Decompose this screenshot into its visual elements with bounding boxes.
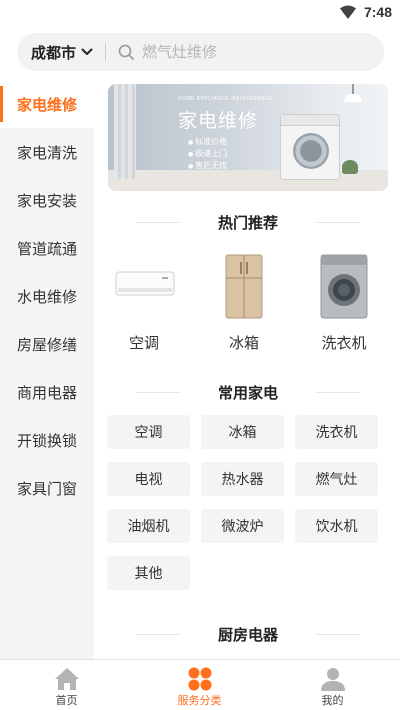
sidebar-item-appliance-cleaning[interactable]: 家电清洗 <box>0 128 94 176</box>
city-label: 成都市 <box>31 43 77 62</box>
banner-bullet: 标准价格 <box>188 136 227 148</box>
title-line <box>316 222 360 223</box>
refrigerator-icon <box>225 254 263 319</box>
washer-door <box>293 133 329 169</box>
tab-label: 首页 <box>55 694 78 707</box>
banner-bullet: 售后无忧 <box>188 160 227 172</box>
chip-water-heater[interactable]: 热水器 <box>201 462 284 496</box>
sidebar-item-commercial[interactable]: 商用电器 <box>0 368 94 416</box>
sidebar-item-pipe-unclog[interactable]: 管道疏通 <box>0 224 94 272</box>
section-title-text: 热门推荐 <box>217 214 278 232</box>
category-icon <box>188 667 212 691</box>
hot-item-air-conditioner[interactable]: 空调 <box>102 252 186 352</box>
tab-home[interactable]: 首页 <box>0 660 133 710</box>
sidebar-item-furniture-doors[interactable]: 家具门窗 <box>0 464 94 512</box>
main-content: HOME APPLIANCE MAINTENANCE 家电维修 标准价格 极速上… <box>94 80 400 660</box>
search-icon[interactable] <box>118 44 134 60</box>
section-title-common: 常用家电 <box>108 382 388 403</box>
plant-graphic <box>342 160 358 174</box>
wifi-icon <box>340 5 356 19</box>
search-input[interactable] <box>142 43 343 61</box>
chevron-down-icon <box>81 48 93 55</box>
sidebar-item-appliance-install[interactable]: 家电安装 <box>0 176 94 224</box>
clock: 7:48 <box>363 4 392 20</box>
sidebar-item-label: 水电维修 <box>17 287 78 306</box>
hot-item-washing-machine[interactable]: 洗衣机 <box>302 252 386 352</box>
sidebar-item-label: 家电维修 <box>17 95 78 114</box>
banner-bullets: 标准价格 极速上门 售后无忧 <box>188 136 227 172</box>
washing-machine-icon <box>320 254 368 319</box>
sidebar-item-label: 家电安装 <box>17 191 78 210</box>
tab-profile[interactable]: 我的 <box>266 660 399 710</box>
washer-panel <box>281 115 339 126</box>
sidebar-item-label: 家电清洗 <box>17 143 78 162</box>
chip-gas-stove[interactable]: 燃气灶 <box>295 462 378 496</box>
section-title-text: 厨房电器 <box>217 626 278 644</box>
sidebar-item-label: 开锁换锁 <box>17 431 78 450</box>
banner-bullet: 极速上门 <box>188 148 227 160</box>
title-line <box>136 634 180 635</box>
divider <box>105 43 107 61</box>
hot-item-label: 洗衣机 <box>321 334 367 352</box>
sidebar-item-label: 房屋修缮 <box>17 335 78 354</box>
chip-microwave[interactable]: 微波炉 <box>201 509 284 543</box>
section-title-hot: 热门推荐 <box>108 212 388 233</box>
title-line <box>316 392 360 393</box>
chip-tv[interactable]: 电视 <box>107 462 190 496</box>
curtain-graphic <box>114 84 136 179</box>
sidebar-item-appliance-repair[interactable]: 家电维修 <box>0 80 94 128</box>
section-title-text: 常用家电 <box>217 384 278 402</box>
bottom-tab-bar: 首页 服务分类 我的 <box>0 659 400 710</box>
status-bar: 7:48 <box>0 0 400 24</box>
title-line <box>136 222 180 223</box>
home-icon <box>55 668 79 690</box>
tab-label: 我的 <box>321 694 344 707</box>
sidebar-item-locksmith[interactable]: 开锁换锁 <box>0 416 94 464</box>
hot-item-refrigerator[interactable]: 冰箱 <box>202 252 286 352</box>
section-title-kitchen: 厨房电器 <box>108 624 388 645</box>
tab-label: 服务分类 <box>177 694 222 707</box>
tab-service-category[interactable]: 服务分类 <box>133 660 266 710</box>
lamp-cord <box>352 84 354 94</box>
promo-banner[interactable]: HOME APPLIANCE MAINTENANCE 家电维修 标准价格 极速上… <box>108 84 388 191</box>
category-sidebar: 家电维修 家电清洗 家电安装 管道疏通 水电维修 房屋修缮 商用电器 开锁换锁 … <box>0 80 94 660</box>
sidebar-item-label: 管道疏通 <box>17 239 78 258</box>
chip-refrigerator[interactable]: 冰箱 <box>201 415 284 449</box>
chip-washing-machine[interactable]: 洗衣机 <box>295 415 378 449</box>
sidebar-item-house-repair[interactable]: 房屋修缮 <box>0 320 94 368</box>
sidebar-item-label: 商用电器 <box>17 383 78 402</box>
washing-machine-graphic <box>280 114 340 180</box>
chip-other[interactable]: 其他 <box>107 556 190 590</box>
sidebar-item-label: 家具门窗 <box>17 479 78 498</box>
hot-items: 空调 冰箱 洗衣机 <box>102 252 394 352</box>
sidebar-item-plumbing-electric[interactable]: 水电维修 <box>0 272 94 320</box>
banner-title: 家电维修 <box>178 110 259 132</box>
title-line <box>136 392 180 393</box>
search-bar: 成都市 <box>17 33 384 71</box>
user-icon <box>321 668 345 691</box>
hot-item-label: 空调 <box>128 334 159 352</box>
lamp-graphic <box>344 94 362 102</box>
banner-subtitle: HOME APPLIANCE MAINTENANCE <box>178 96 273 102</box>
air-conditioner-icon <box>115 271 175 296</box>
chip-water-dispenser[interactable]: 饮水机 <box>295 509 378 543</box>
hot-item-label: 冰箱 <box>228 334 259 352</box>
chip-range-hood[interactable]: 油烟机 <box>107 509 190 543</box>
city-selector[interactable]: 成都市 <box>17 33 93 71</box>
chip-air-conditioner[interactable]: 空调 <box>107 415 190 449</box>
title-line <box>316 634 360 635</box>
